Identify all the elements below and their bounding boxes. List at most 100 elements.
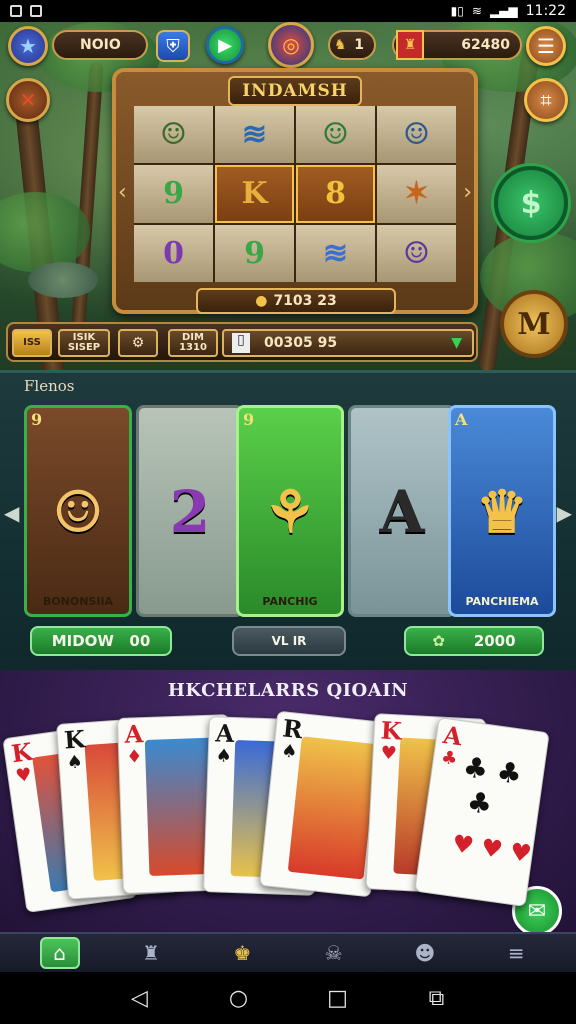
- tools-button[interactable]: ✕: [6, 78, 50, 122]
- nav-home[interactable]: ⌂: [39, 937, 80, 969]
- reel-symbol: K: [241, 176, 268, 212]
- star-icon: ★: [19, 34, 37, 58]
- menu-button[interactable]: ☰: [526, 26, 566, 66]
- bet-chip-2-bottom: SISEP: [67, 342, 101, 353]
- heart-pips: ♥ ♥ ♥: [450, 829, 534, 869]
- bet-chip-3[interactable]: DIM 1310: [168, 329, 218, 357]
- clock: 11:22: [525, 3, 566, 19]
- battery-icon: ▮▯: [450, 4, 464, 18]
- bottom-nav: ⌂ ♜ ♚ ☠ ☻ ≡: [0, 932, 576, 972]
- reward-icon: ✿: [432, 632, 445, 650]
- midow-button[interactable]: MIDOW 00: [30, 626, 172, 656]
- playing-card[interactable]: ♣ ♣ ♣ ♥ ♥ ♥ A ♣: [414, 717, 550, 907]
- reel-cell: 9: [215, 224, 294, 282]
- screenshot-button[interactable]: ⧉: [422, 983, 452, 1013]
- back-button[interactable]: ◁: [125, 983, 155, 1013]
- reel-symbol: 0: [163, 235, 184, 271]
- middle-button[interactable]: VL IR: [232, 626, 346, 656]
- signal-icon: ▂▄▆: [489, 4, 518, 18]
- card-corner-rank: 9: [243, 410, 255, 429]
- fish-decoration: [28, 262, 98, 298]
- dollar-button[interactable]: $: [494, 166, 568, 240]
- play-button[interactable]: ▶: [206, 26, 244, 64]
- reel-left-arrow[interactable]: ‹: [118, 180, 127, 205]
- card-suit: ♠: [280, 740, 299, 763]
- card-rank: A: [124, 719, 144, 749]
- feature-card[interactable]: 2: [136, 405, 244, 617]
- bet-chip-1-label: ISS: [23, 336, 41, 348]
- card-suit: ♥: [380, 742, 398, 765]
- profile-star-button[interactable]: ★: [8, 26, 48, 66]
- dollar-icon: $: [520, 185, 542, 221]
- notification-icon: [10, 5, 22, 17]
- machine-title: INDAMSH: [228, 76, 362, 106]
- nav-menu[interactable]: ≡: [496, 937, 536, 969]
- machine-footer: ● 7103 23: [196, 288, 396, 314]
- feature-card[interactable]: 9 ☺ BONONSIIA: [24, 405, 132, 617]
- midow-label: MIDOW: [51, 632, 114, 650]
- reel-cell: K: [215, 165, 294, 223]
- reward-button[interactable]: ✿ 2000: [404, 626, 544, 656]
- reel-symbol: ≋: [241, 117, 268, 153]
- card-corner-rank: 9: [31, 410, 43, 429]
- home-button[interactable]: ○: [224, 983, 254, 1013]
- slot-machine: INDAMSH ‹ › ☺ ≋ ☺ ☺ 9 K 8 ✶ 0 9 ≋ ☺ ● 7103 23: [112, 68, 478, 314]
- card-label: PANCHIEMA: [465, 595, 539, 608]
- feature-card[interactable]: 9 ⚘ PANCHIG: [236, 405, 344, 617]
- android-nav-bar: ◁ ○ □ ⧉: [0, 972, 576, 1024]
- card-rank: A: [441, 720, 464, 752]
- arrow-down-icon[interactable]: ▼: [451, 335, 462, 351]
- club-pips: ♣ ♣ ♣: [456, 750, 524, 821]
- nav-crossbones[interactable]: ☠: [314, 937, 354, 969]
- circle-icon: ○: [228, 985, 249, 1011]
- reel-right-arrow[interactable]: ›: [463, 180, 472, 205]
- card-suit: ♣: [439, 746, 459, 770]
- bet-chip-2[interactable]: ISIK SISEP: [58, 329, 110, 357]
- reward-value: 2000: [473, 632, 516, 650]
- card-suit: ♥: [14, 764, 34, 788]
- gift-icon: ♜: [396, 30, 424, 60]
- middle-label: VL IR: [271, 634, 307, 648]
- section3-title: HKCHELARRS QIOAIN: [167, 680, 409, 701]
- reel-symbol: ☺: [160, 117, 187, 153]
- frame-icon: ⌗: [540, 88, 552, 112]
- bet-chip-1[interactable]: ISS: [12, 329, 52, 357]
- nav-king[interactable]: ♚: [222, 937, 262, 969]
- cards-left-arrow[interactable]: ◀: [4, 501, 19, 525]
- shield-button[interactable]: ⛨: [156, 30, 190, 62]
- feature-card[interactable]: A: [348, 405, 456, 617]
- midow-value: 00: [129, 632, 151, 650]
- card-suit: ♠: [215, 745, 233, 767]
- spin-button[interactable]: M: [500, 290, 568, 358]
- card-suit: ♦: [125, 746, 143, 768]
- bet-chip-3-bottom: 1310: [179, 342, 207, 353]
- feature-card[interactable]: A ♛ PANCHIEMA: [448, 405, 556, 617]
- card-corner-rank: A: [455, 410, 468, 429]
- settings-button[interactable]: ⌗: [524, 78, 568, 122]
- nav-friends[interactable]: ☻: [405, 937, 445, 969]
- settings-chip[interactable]: ⚙: [118, 329, 158, 357]
- status-bar: ▮▯ ≋ ▂▄▆ 11:22: [0, 0, 576, 22]
- card-symbol: ⚘: [264, 478, 316, 546]
- spin-wheel-button[interactable]: ◎: [268, 22, 314, 68]
- card-rank: K: [9, 736, 35, 769]
- card-label: PANCHIG: [262, 595, 318, 608]
- cards-right-arrow[interactable]: ▶: [557, 501, 572, 525]
- back-icon: ◁: [131, 985, 148, 1011]
- reel-symbol: ☺: [403, 117, 430, 153]
- nav-trophy[interactable]: ♜: [131, 937, 171, 969]
- recents-button[interactable]: □: [323, 983, 353, 1013]
- card-label: BONONSIIA: [42, 595, 114, 608]
- coin-icon: ●: [255, 293, 268, 309]
- home-icon: ⌂: [53, 941, 66, 965]
- reel-cell: 8: [296, 165, 375, 223]
- box-icon: ▯: [232, 333, 250, 353]
- coins-pill: ♜ 62480: [392, 30, 522, 60]
- reel-grid: ☺ ≋ ☺ ☺ 9 K 8 ✶ 0 9 ≋ ☺: [134, 106, 456, 282]
- reel-symbol: ☺: [322, 117, 349, 153]
- reel-symbol: 9: [163, 176, 184, 212]
- crossed-tools-icon: ✕: [19, 88, 37, 112]
- level-value: 1: [354, 37, 364, 53]
- footer-value: 7103 23: [273, 293, 337, 309]
- player-name: NOIO: [80, 37, 121, 53]
